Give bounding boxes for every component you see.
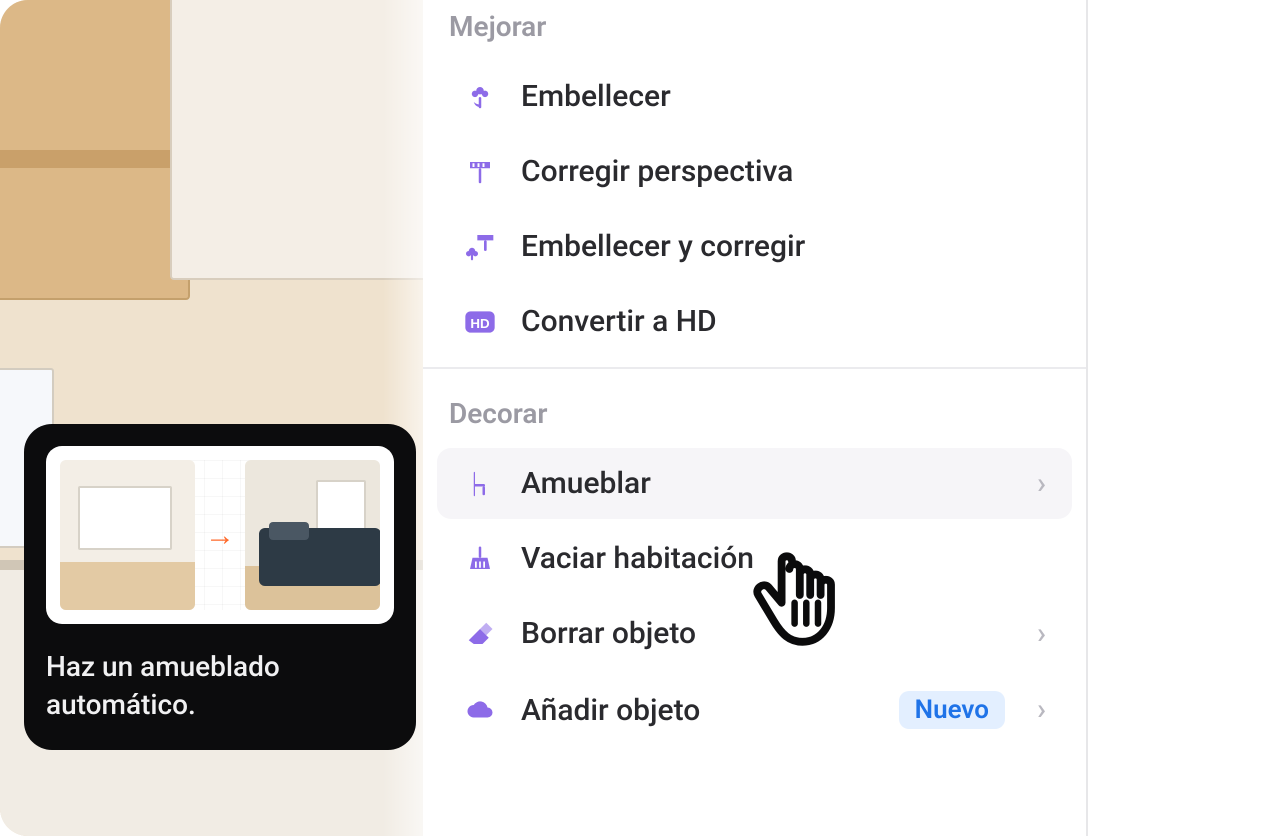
chevron-right-icon: ›	[1037, 619, 1046, 649]
flower-ruler-icon	[463, 230, 497, 264]
menu-item-label: Amueblar	[521, 466, 1013, 501]
menu-item-beautify-correct[interactable]: Embellecer y corregir	[437, 211, 1072, 282]
svg-text:HD: HD	[470, 316, 490, 331]
menu-item-label: Convertir a HD	[521, 304, 1046, 339]
chevron-right-icon: ›	[1037, 469, 1046, 499]
menu-item-label: Borrar objeto	[521, 616, 1013, 651]
menu-item-label: Añadir objeto	[521, 693, 875, 728]
arrow-right-icon: →	[205, 518, 235, 553]
flower-icon	[463, 80, 497, 114]
chevron-right-icon: ›	[1037, 695, 1046, 725]
menu-item-hd[interactable]: HD Convertir a HD	[437, 286, 1072, 357]
menu-item-label: Embellecer	[521, 79, 1046, 114]
ruler-icon	[463, 155, 497, 189]
section-heading-improve: Mejorar	[423, 0, 1086, 57]
menu-item-furnish[interactable]: Amueblar ›	[437, 448, 1072, 519]
tooltip-thumb-before	[60, 460, 195, 610]
new-badge: Nuevo	[899, 691, 1005, 729]
feature-tooltip: → Haz un amueblado automático.	[24, 424, 416, 750]
menu-item-beautify[interactable]: Embellecer	[437, 61, 1072, 132]
preview-shelf	[0, 150, 190, 168]
broom-icon	[463, 542, 497, 576]
menu-item-empty-room[interactable]: Vaciar habitación	[437, 523, 1072, 594]
section-divider	[423, 367, 1086, 369]
tools-panel: Mejorar Embellecer Corregir perspectiva …	[423, 0, 1088, 836]
tooltip-thumb-after	[245, 460, 380, 610]
menu-item-perspective[interactable]: Corregir perspectiva	[437, 136, 1072, 207]
menu-item-label: Embellecer y corregir	[521, 229, 1046, 264]
eraser-icon	[463, 617, 497, 651]
section-heading-decorate: Decorar	[423, 387, 1086, 444]
menu-item-add-object[interactable]: Añadir objeto Nuevo ›	[437, 673, 1072, 747]
hd-icon: HD	[463, 305, 497, 339]
menu-item-erase-object[interactable]: Borrar objeto ›	[437, 598, 1072, 669]
tooltip-text: Haz un amueblado automático.	[46, 648, 394, 724]
tooltip-before-after: →	[46, 446, 394, 624]
menu-item-label: Corregir perspectiva	[521, 154, 1046, 189]
chair-icon	[463, 467, 497, 501]
cloud-icon	[463, 693, 497, 727]
app-canvas: Mejorar Embellecer Corregir perspectiva …	[0, 0, 1272, 836]
menu-item-label: Vaciar habitación	[521, 541, 1046, 576]
